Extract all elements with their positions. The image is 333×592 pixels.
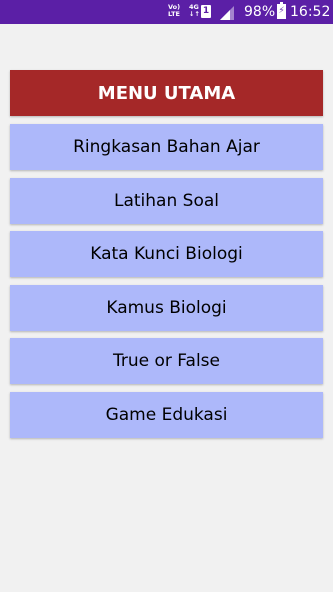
volte-indicator: Vo) LTE	[167, 4, 181, 18]
battery-percentage: 98%	[244, 4, 276, 20]
battery-charging-icon: ⚡	[277, 2, 286, 19]
menu-button-kata-kunci-biologi[interactable]: Kata Kunci Biologi	[10, 231, 323, 277]
sim-slot-number: 1	[202, 6, 210, 16]
menu-title: MENU UTAMA	[10, 70, 323, 116]
signal-icon	[220, 5, 234, 24]
data-activity-arrows: ↓↑	[189, 10, 200, 18]
menu-button-game-edukasi[interactable]: Game Edukasi	[10, 391, 323, 438]
menu-button-latihan-soal[interactable]: Latihan Soal	[10, 177, 323, 224]
main-menu-list: Ringkasan Bahan Ajar Latihan Soal Kata K…	[10, 124, 323, 445]
menu-button-true-or-false[interactable]: True or False	[10, 338, 323, 384]
menu-button-ringkasan-bahan-ajar[interactable]: Ringkasan Bahan Ajar	[10, 124, 323, 170]
lte-label: LTE	[168, 10, 180, 18]
menu-button-kamus-biologi[interactable]: Kamus Biologi	[10, 284, 323, 331]
status-bar: Vo) LTE 4G ↓↑ 1 98% ⚡ 16:52	[0, 0, 333, 24]
clock: 16:52	[290, 4, 331, 20]
network-type-indicator: 4G ↓↑	[189, 4, 200, 18]
sim-card-icon: 1	[201, 5, 211, 18]
